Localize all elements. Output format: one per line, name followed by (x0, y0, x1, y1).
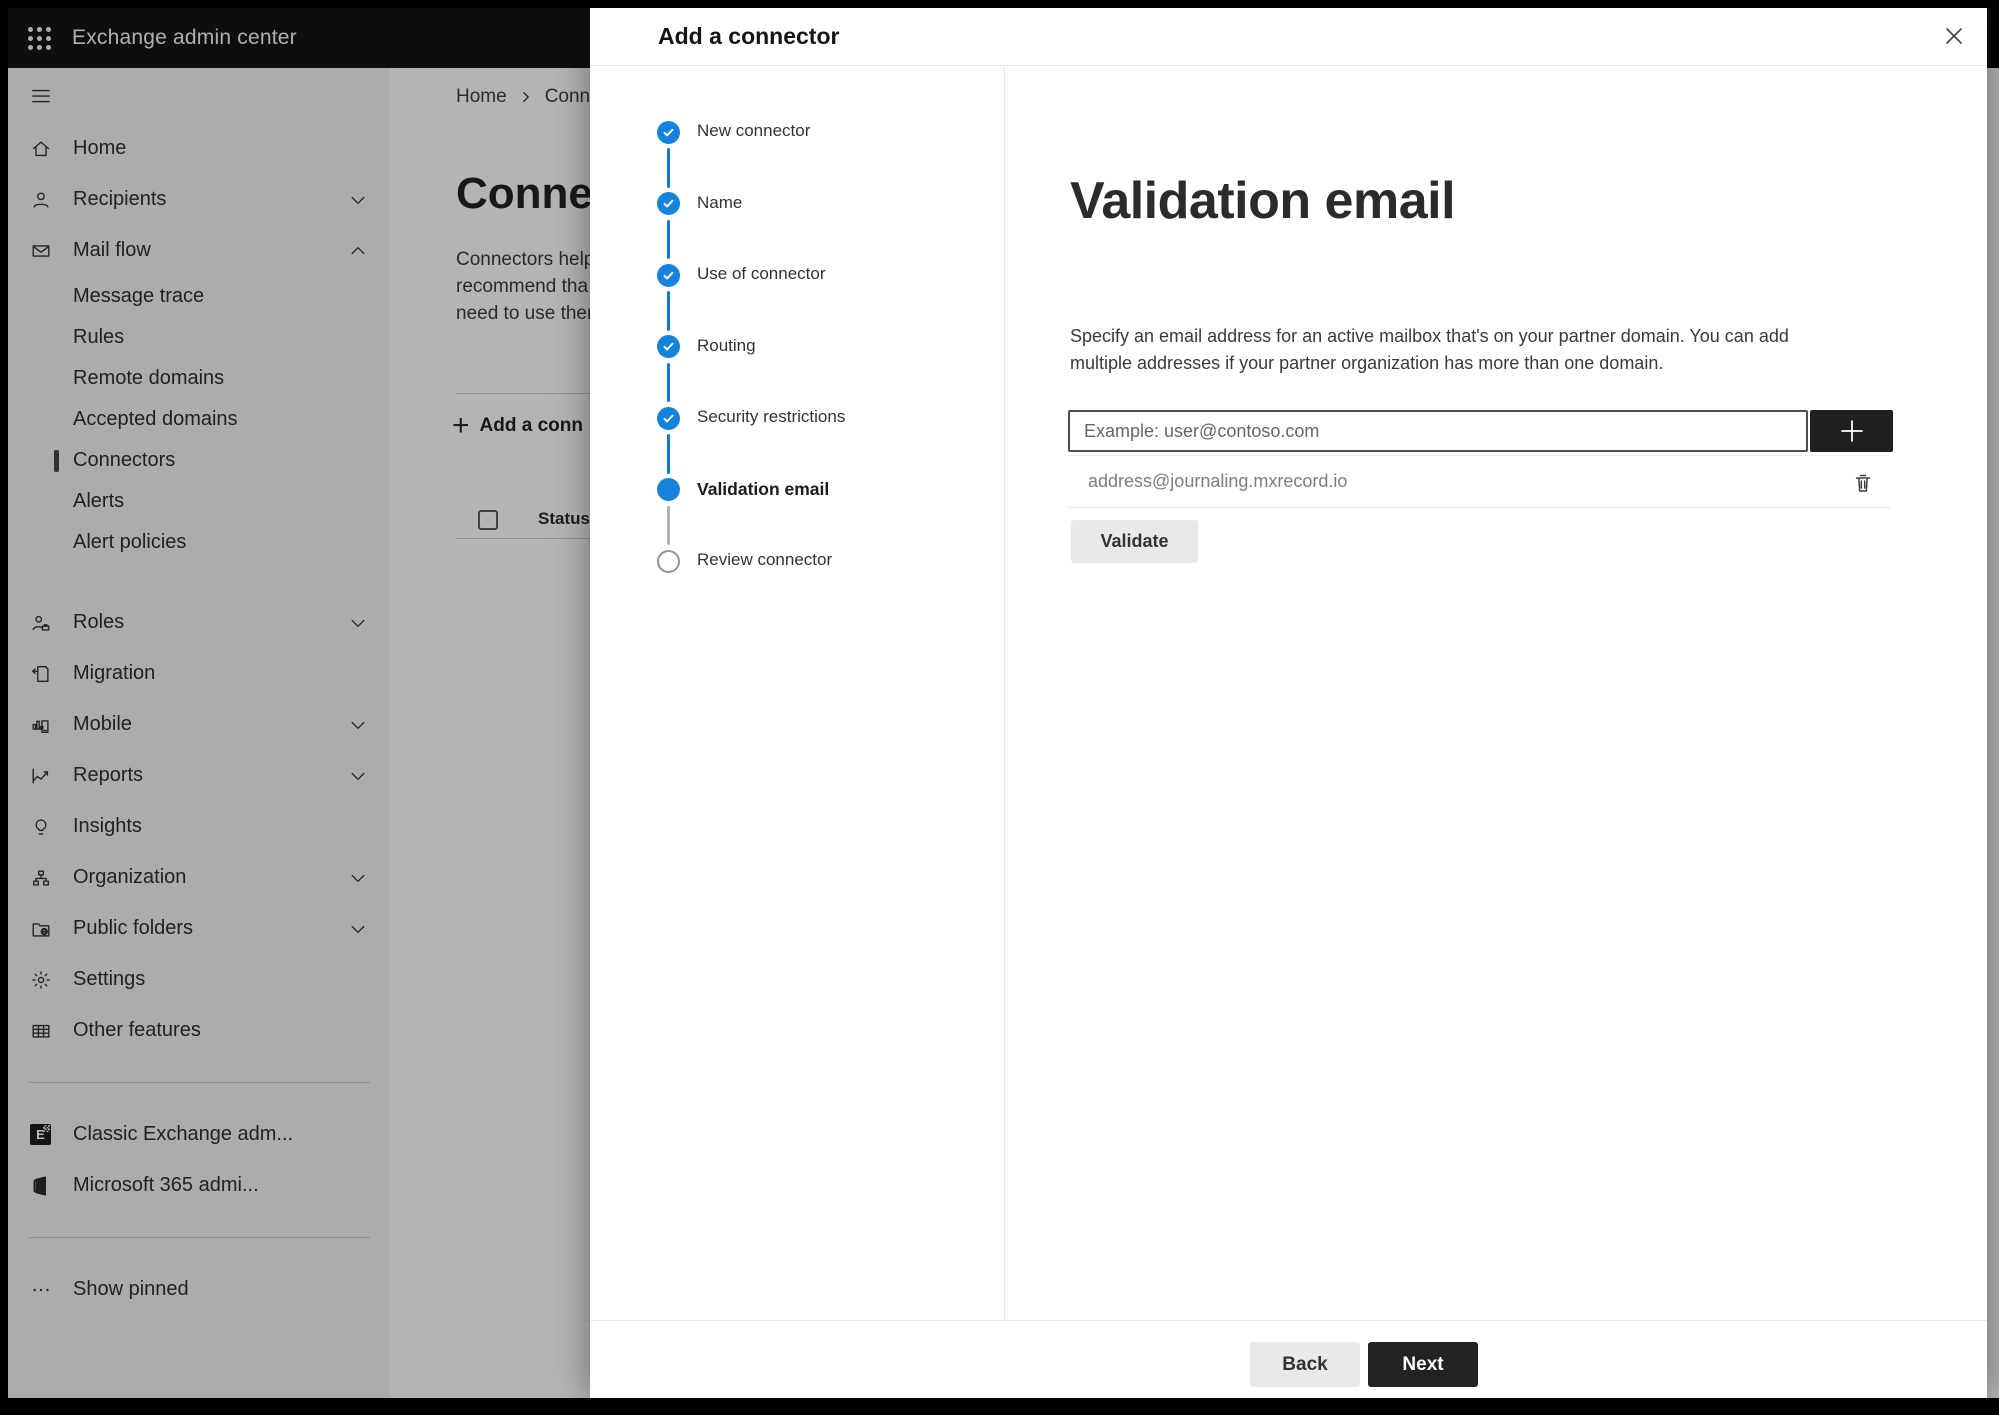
step-circle-complete (657, 263, 680, 287)
address-value: address@journaling.mxrecord.io (1088, 471, 1348, 491)
address-list: address@journaling.mxrecord.io (1068, 455, 1890, 508)
step-connector-line (667, 148, 670, 188)
divider (590, 1320, 1987, 1321)
step-label-review-connector: Review connector (697, 550, 833, 569)
step-connector-line (667, 291, 670, 331)
step-connector-line (667, 505, 670, 545)
step-description: Specify an email address for an active m… (1070, 323, 1789, 377)
step-circle-complete (657, 192, 680, 215)
step-circle-upcoming (657, 549, 680, 573)
back-button[interactable]: Back (1250, 1342, 1360, 1387)
next-button[interactable]: Next (1368, 1342, 1478, 1387)
divider (590, 65, 1987, 66)
description-line: multiple addresses if your partner organ… (1070, 353, 1664, 373)
step-heading: Validation email (1070, 172, 1456, 230)
step-label-validation-email: Validation email (697, 478, 830, 499)
step-label-name: Name (697, 192, 743, 212)
step-label-new-connector: New connector (697, 121, 811, 140)
step-connector-line (667, 434, 670, 474)
delete-address-icon[interactable] (1850, 470, 1876, 496)
step-circle-complete (657, 335, 680, 358)
step-circle-current (657, 478, 680, 501)
add-connector-dialog: Add a connector New connector Name Use of … (590, 8, 1987, 1398)
divider (1004, 66, 1005, 1320)
validate-button[interactable]: Validate (1071, 520, 1198, 563)
dialog-title: Add a connector (658, 23, 840, 49)
close-icon[interactable] (1934, 16, 1974, 56)
step-connector-line (667, 219, 670, 259)
step-label-security-restrictions: Security restrictions (697, 407, 846, 426)
step-connector-line (667, 362, 670, 402)
description-line: Specify an email address for an active m… (1070, 326, 1789, 346)
validation-email-input[interactable] (1068, 410, 1808, 452)
step-label-routing: Routing (697, 335, 756, 355)
screen: Exchange admin center Home Recipients Mail… (0, 0, 1999, 1415)
address-row: address@journaling.mxrecord.io (1068, 455, 1890, 508)
step-circle-complete (657, 406, 680, 430)
step-circle-complete (657, 120, 680, 144)
add-address-button[interactable] (1810, 410, 1893, 452)
step-label-use-of-connector: Use of connector (697, 264, 826, 283)
